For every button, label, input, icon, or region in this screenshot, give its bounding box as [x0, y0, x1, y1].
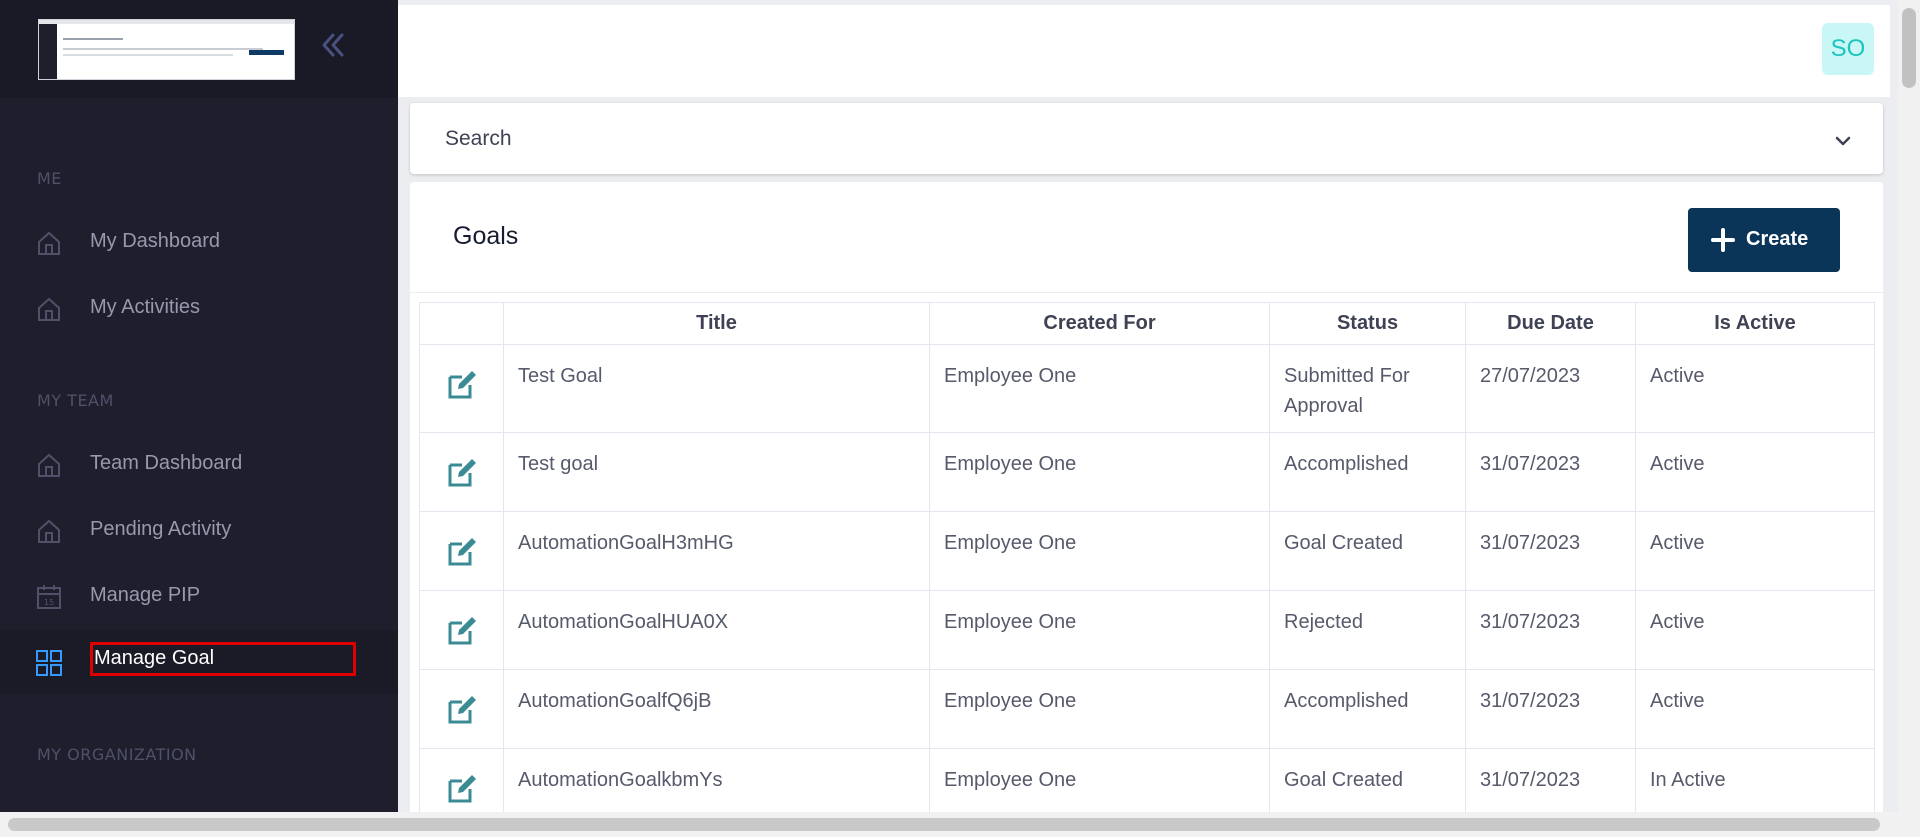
sidebar-item-label: My Activities: [90, 296, 201, 318]
column-header-title[interactable]: Title: [503, 302, 930, 345]
home-icon: [36, 296, 62, 322]
cell-title: Test goal: [503, 432, 930, 512]
column-header-status[interactable]: Status: [1269, 302, 1466, 345]
search-accordion[interactable]: Search: [410, 103, 1883, 174]
cell-is-active: Active: [1635, 511, 1875, 591]
edit-cell: [419, 344, 504, 433]
logo[interactable]: [38, 19, 295, 80]
column-header-due-date[interactable]: Due Date: [1465, 302, 1636, 345]
sidebar-item-label: Pending Activity: [90, 518, 232, 540]
cell-title: AutomationGoalHUA0X: [503, 590, 930, 670]
sidebar-item-my-dashboard[interactable]: My Dashboard: [0, 210, 398, 274]
plus-icon: [1711, 228, 1735, 252]
goals-card: Goals Create Title Created For Status Du…: [410, 182, 1883, 828]
cell-due-date: 31/07/2023: [1465, 669, 1636, 749]
top-header: [398, 5, 1890, 97]
create-button-label: Create: [1746, 228, 1809, 250]
cell-due-date: 27/07/2023: [1465, 344, 1636, 433]
cell-title: AutomationGoalH3mHG: [503, 511, 930, 591]
table-row: Test goal Employee One Accomplished 31/0…: [419, 432, 1875, 512]
cell-status: Rejected: [1269, 590, 1466, 670]
cell-title: AutomationGoalfQ6jB: [503, 669, 930, 749]
cell-is-active: Active: [1635, 669, 1875, 749]
column-header-is-active[interactable]: Is Active: [1635, 302, 1875, 345]
sidebar-item-manage-goal[interactable]: Manage Goal: [0, 630, 398, 694]
cell-is-active: Active: [1635, 432, 1875, 512]
search-label: Search: [445, 127, 512, 150]
chevron-down-icon[interactable]: [1833, 131, 1853, 151]
edit-cell: [419, 511, 504, 591]
calendar-icon: 15: [36, 584, 62, 610]
sidebar-item-partial[interactable]: [0, 790, 398, 812]
cell-status: Accomplished: [1269, 432, 1466, 512]
home-icon: [36, 518, 62, 544]
page-title: Goals: [453, 222, 519, 250]
vertical-scrollbar[interactable]: [1898, 0, 1920, 812]
column-header-actions: [419, 302, 504, 345]
scrollbar-thumb[interactable]: [1902, 8, 1916, 88]
table-row: AutomationGoalHUA0X Employee One Rejecte…: [419, 590, 1875, 670]
goals-table: Title Created For Status Due Date Is Act…: [419, 302, 1875, 828]
table-row: Test Goal Employee One Submitted For App…: [419, 344, 1875, 433]
cell-created-for: Employee One: [929, 669, 1270, 749]
cell-status: Accomplished: [1269, 669, 1466, 749]
edit-icon[interactable]: [446, 536, 478, 568]
section-label-me: ME: [37, 169, 62, 188]
edit-icon[interactable]: [446, 369, 478, 401]
logo-area: [0, 0, 398, 98]
cell-due-date: 31/07/2023: [1465, 511, 1636, 591]
sidebar-item-label: Team Dashboard: [90, 452, 243, 474]
create-button[interactable]: Create: [1688, 208, 1840, 272]
scrollbar-thumb[interactable]: [8, 818, 1880, 831]
cell-is-active: Active: [1635, 344, 1875, 433]
edit-cell: [419, 669, 504, 749]
cell-created-for: Employee One: [929, 432, 1270, 512]
svg-text:15: 15: [44, 598, 54, 607]
edit-icon[interactable]: [446, 773, 478, 805]
section-label-my-team: MY TEAM: [37, 391, 114, 410]
sidebar-item-pending-activity[interactable]: Pending Activity: [0, 498, 398, 562]
cell-created-for: Employee One: [929, 590, 1270, 670]
cell-due-date: 31/07/2023: [1465, 590, 1636, 670]
sidebar-item-label: Manage Goal: [94, 647, 215, 669]
edit-cell: [419, 590, 504, 670]
table-row: AutomationGoalH3mHG Employee One Goal Cr…: [419, 511, 1875, 591]
cell-created-for: Employee One: [929, 511, 1270, 591]
cell-created-for: Employee One: [929, 344, 1270, 433]
edit-icon[interactable]: [446, 615, 478, 647]
edit-icon[interactable]: [446, 694, 478, 726]
collapse-sidebar-icon[interactable]: [318, 30, 348, 60]
sidebar-item-label: My Dashboard: [90, 230, 221, 252]
home-icon: [36, 452, 62, 478]
section-label-my-organization: MY ORGANIZATION: [37, 745, 197, 764]
divider: [410, 292, 1883, 293]
edit-cell: [419, 432, 504, 512]
column-header-created-for[interactable]: Created For: [929, 302, 1270, 345]
horizontal-scrollbar[interactable]: [0, 812, 1920, 837]
sidebar: ME My Dashboard My Activities MY TEAM Te…: [0, 0, 398, 812]
edit-icon[interactable]: [446, 457, 478, 489]
table-row: AutomationGoalfQ6jB Employee One Accompl…: [419, 669, 1875, 749]
cell-due-date: 31/07/2023: [1465, 432, 1636, 512]
cell-status: Goal Created: [1269, 511, 1466, 591]
cell-title: Test Goal: [503, 344, 930, 433]
home-icon: [36, 230, 62, 256]
sidebar-item-manage-pip[interactable]: 15 Manage PIP: [0, 564, 398, 628]
table-header-row: Title Created For Status Due Date Is Act…: [419, 302, 1875, 345]
cell-is-active: Active: [1635, 590, 1875, 670]
sidebar-item-my-activities[interactable]: My Activities: [0, 276, 398, 340]
sidebar-item-team-dashboard[interactable]: Team Dashboard: [0, 432, 398, 496]
cell-status: Submitted For Approval: [1269, 344, 1466, 433]
grid-icon: [36, 650, 62, 676]
avatar[interactable]: SO: [1822, 23, 1874, 75]
sidebar-item-label: Manage PIP: [90, 584, 201, 606]
